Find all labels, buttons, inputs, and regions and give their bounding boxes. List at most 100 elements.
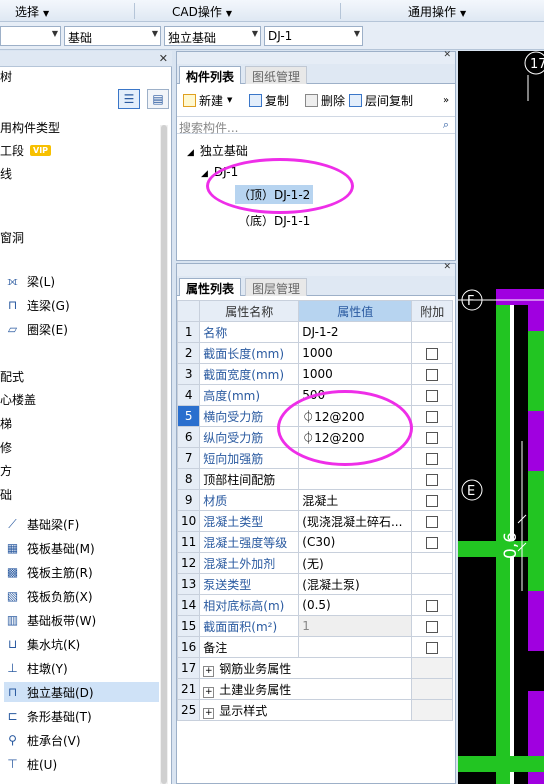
extra-checkbox[interactable]: [426, 599, 439, 612]
table-row[interactable]: 10 混凝土类型 (现浇混凝土碎石...: [176, 510, 454, 532]
extra-checkbox[interactable]: [426, 410, 439, 423]
tab-drawing-manage[interactable]: 图纸管理: [245, 66, 308, 84]
sidebar-item[interactable]: ⟗ 梁(L): [4, 271, 55, 291]
tab-component-list[interactable]: 构件列表: [179, 66, 242, 84]
more-icon[interactable]: »: [443, 90, 449, 110]
type-select[interactable]: 独立基础 ▼: [164, 26, 261, 46]
table-row[interactable]: 12 混凝土外加剂 (无): [176, 552, 454, 574]
left-scrollbar[interactable]: [160, 125, 168, 784]
sidebar-item[interactable]: 础: [0, 484, 12, 504]
extra-checkbox[interactable]: [426, 431, 439, 444]
expand-icon[interactable]: +: [203, 707, 215, 719]
sidebar-item[interactable]: ⊏ 条形基础(T): [4, 706, 91, 726]
floor-copy-button[interactable]: 层间复制: [349, 90, 413, 110]
sidebar-item[interactable]: 用构件类型: [0, 117, 60, 137]
component-select[interactable]: DJ-1 ▼: [264, 26, 363, 46]
property-name: 顶部柱间配筋: [199, 468, 300, 490]
sidebar-item[interactable]: 心楼盖: [0, 389, 36, 409]
extra-checkbox[interactable]: [426, 452, 439, 465]
tab-layer-manage[interactable]: 图层管理: [245, 278, 308, 296]
menu-select[interactable]: 选择 ▼: [15, 3, 49, 20]
sidebar-item[interactable]: ▧ 筏板负筋(X): [4, 586, 93, 606]
extra-checkbox[interactable]: [426, 536, 439, 549]
table-row[interactable]: 9 材质 混凝土: [176, 489, 454, 511]
sidebar-item[interactable]: ⊓ 连梁(G): [4, 295, 70, 315]
menu-common[interactable]: 通用操作 ▼: [408, 3, 466, 20]
sidebar-item[interactable]: ⊓ 独立基础(D): [4, 682, 159, 702]
extra-checkbox[interactable]: [426, 641, 439, 654]
sidebar-item[interactable]: 线: [0, 163, 12, 183]
property-value[interactable]: 混凝土: [298, 489, 413, 511]
tree-root[interactable]: ◢ 独立基础: [187, 142, 248, 159]
search-input[interactable]: 搜索构件... ⌕: [177, 116, 455, 135]
close-icon[interactable]: ✕: [443, 262, 451, 272]
property-value[interactable]: (0.5): [298, 594, 413, 616]
table-row[interactable]: 2 截面长度(mm) 1000: [176, 342, 454, 364]
collapse-icon[interactable]: ◢: [201, 169, 208, 179]
close-icon[interactable]: ✕: [159, 52, 168, 65]
copy-button[interactable]: 复制: [249, 90, 289, 110]
extra-checkbox[interactable]: [426, 620, 439, 633]
group-row[interactable]: 25 + 显示样式: [176, 699, 454, 721]
table-row[interactable]: 1 名称 DJ-1-2: [176, 321, 454, 343]
tab-property-list[interactable]: 属性列表: [179, 278, 242, 296]
table-row[interactable]: 14 相对底标高(m) (0.5): [176, 594, 454, 616]
table-row[interactable]: 16 备注: [176, 636, 454, 658]
new-button[interactable]: 新建 ▼: [183, 90, 232, 110]
sidebar-item[interactable]: ▥ 基础板带(W): [4, 610, 96, 630]
row-index: 1: [176, 321, 201, 343]
sidebar-item[interactable]: 配式: [0, 366, 24, 386]
property-value[interactable]: (C30): [298, 531, 413, 553]
floor-select[interactable]: ▼: [0, 26, 61, 46]
sidebar-item[interactable]: ▦ 筏板基础(M): [4, 538, 95, 558]
sidebar-item[interactable]: 方: [0, 460, 12, 480]
expand-icon[interactable]: +: [203, 665, 215, 677]
property-value[interactable]: DJ-1-2: [298, 321, 413, 343]
search-icon[interactable]: ⌕: [443, 118, 449, 132]
extra-checkbox[interactable]: [426, 347, 439, 360]
extra-checkbox[interactable]: [426, 368, 439, 381]
category-select[interactable]: 基础 ▼: [64, 26, 161, 46]
table-row[interactable]: 8 顶部柱间配筋: [176, 468, 454, 490]
property-value[interactable]: (无): [298, 552, 413, 574]
expand-icon[interactable]: +: [203, 686, 215, 698]
property-value[interactable]: [298, 636, 413, 658]
table-row[interactable]: 13 泵送类型 (混凝土泵): [176, 573, 454, 595]
sidebar-item[interactable]: ⚲ 桩承台(V): [4, 730, 80, 750]
group-row[interactable]: 17 + 钢筋业务属性: [176, 657, 454, 679]
collapse-icon[interactable]: ◢: [187, 148, 194, 158]
menu-cad[interactable]: CAD操作 ▼: [172, 3, 232, 20]
component-tabs: 构件列表 图纸管理: [177, 64, 455, 84]
sidebar-item[interactable]: ⊤ 桩(U): [4, 754, 57, 774]
property-value[interactable]: 1: [298, 615, 413, 637]
sidebar-item[interactable]: 梯: [0, 413, 12, 433]
table-row[interactable]: 3 截面宽度(mm) 1000: [176, 363, 454, 385]
extra-checkbox[interactable]: [426, 494, 439, 507]
sidebar-item[interactable]: ▱ 圈梁(E): [4, 319, 68, 339]
extra-checkbox[interactable]: [426, 473, 439, 486]
sidebar-item[interactable]: 修: [0, 437, 12, 457]
link-beam-icon: ⊓: [7, 297, 18, 312]
sidebar-item[interactable]: ▩ 筏板主筋(R): [4, 562, 93, 582]
property-value[interactable]: [298, 468, 413, 490]
extra-checkbox[interactable]: [426, 389, 439, 402]
table-row[interactable]: 15 截面面积(m²) 1: [176, 615, 454, 637]
close-icon[interactable]: ✕: [443, 50, 451, 60]
scrollbar-thumb[interactable]: [161, 125, 167, 784]
sidebar-item[interactable]: ⊥ 柱墩(Y): [4, 658, 67, 678]
detail-view-icon[interactable]: ▤: [147, 89, 169, 109]
delete-button[interactable]: 删除: [305, 90, 345, 110]
group-row[interactable]: 21 + 土建业务属性: [176, 678, 454, 700]
table-row[interactable]: 11 混凝土强度等级 (C30): [176, 531, 454, 553]
drawing-canvas[interactable]: 17 F E 0,6: [458, 51, 544, 784]
sidebar-item[interactable]: ⟋ 基础梁(F): [4, 514, 79, 534]
property-value[interactable]: 1000: [298, 363, 413, 385]
sidebar-item[interactable]: 窗洞: [0, 227, 24, 247]
property-value[interactable]: 1000: [298, 342, 413, 364]
extra-checkbox[interactable]: [426, 515, 439, 528]
sidebar-item[interactable]: ⊔ 集水坑(K): [4, 634, 80, 654]
property-value[interactable]: (混凝土泵): [298, 573, 413, 595]
sidebar-item[interactable]: 工段 VIP: [0, 140, 52, 160]
list-view-icon[interactable]: ☰: [118, 89, 140, 109]
property-value[interactable]: (现浇混凝土碎石...: [298, 510, 413, 532]
